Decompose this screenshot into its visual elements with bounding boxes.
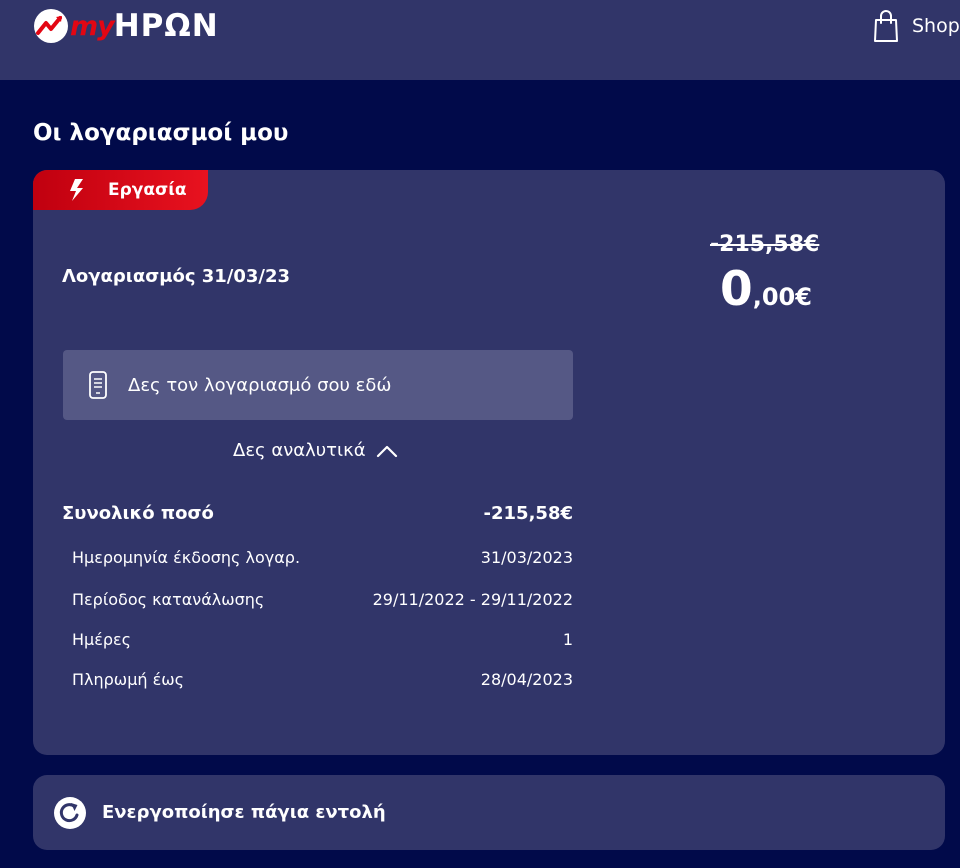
chevron-up-icon (376, 445, 397, 457)
detail-row-due-date: Πληρωμή έως 28/04/2023 (72, 670, 573, 689)
detail-value: 28/04/2023 (480, 670, 573, 689)
detail-label: Ημέρες (72, 630, 132, 649)
detail-value: 1 (562, 630, 573, 649)
new-amount-decimal: ,00€ (752, 283, 812, 311)
detail-row-days: Ημέρες 1 (72, 630, 573, 649)
shopping-bag-icon (874, 10, 898, 42)
logo-name: ΗΡΩΝ (113, 8, 219, 44)
details-toggle-label: Δες αναλυτικά (233, 440, 366, 461)
view-bill-button[interactable]: Δες τον λογαριασμό σου εδώ (63, 350, 573, 420)
new-amount: 0,00€ (720, 262, 812, 317)
standing-order-button[interactable]: Ενεργοποίησε πάγια εντολή (33, 775, 945, 850)
total-amount-label: Συνολικό ποσό (62, 503, 214, 524)
heron-logo-icon (34, 9, 68, 43)
shop-link[interactable]: Shop (872, 9, 960, 43)
detail-row-consumption-period: Περίοδος κατανάλωσης 29/11/2022 - 29/11/… (72, 590, 573, 609)
standing-order-label: Ενεργοποίησε πάγια εντολή (102, 802, 386, 823)
total-amount-value: -215,58€ (483, 503, 573, 524)
page-title: Οι λογαριασμοί μου (33, 120, 289, 146)
bill-card: Εργασία Λογαριασμός 31/03/23 -215,58€ 0,… (33, 170, 945, 755)
top-bar: my ΗΡΩΝ Shop (0, 0, 960, 80)
detail-label: Ημερομηνία έκδοσης λογαρ. (72, 548, 301, 567)
phone-document-icon (89, 371, 107, 399)
logo-prefix: my (70, 10, 115, 42)
bill-category-tag: Εργασία (33, 170, 208, 210)
bill-category-label: Εργασία (108, 180, 187, 200)
old-amount: -215,58€ (710, 232, 820, 257)
myiron-logo[interactable]: my ΗΡΩΝ (33, 7, 219, 45)
bill-title: Λογαριασμός 31/03/23 (62, 266, 291, 287)
detail-value: 29/11/2022 - 29/11/2022 (372, 590, 573, 609)
new-amount-integer: 0 (720, 262, 753, 317)
detail-value: 31/03/2023 (480, 548, 573, 567)
total-amount-row: Συνολικό ποσό -215,58€ (62, 503, 573, 524)
detail-row-issue-date: Ημερομηνία έκδοσης λογαρ. 31/03/2023 (72, 548, 573, 567)
shop-label: Shop (912, 15, 960, 37)
details-toggle[interactable]: Δες αναλυτικά (233, 440, 398, 461)
view-bill-label: Δες τον λογαριασμό σου εδώ (128, 374, 392, 396)
refresh-icon (54, 796, 86, 829)
detail-label: Περίοδος κατανάλωσης (72, 590, 265, 609)
detail-label: Πληρωμή έως (72, 670, 185, 689)
lightning-icon (70, 179, 83, 201)
